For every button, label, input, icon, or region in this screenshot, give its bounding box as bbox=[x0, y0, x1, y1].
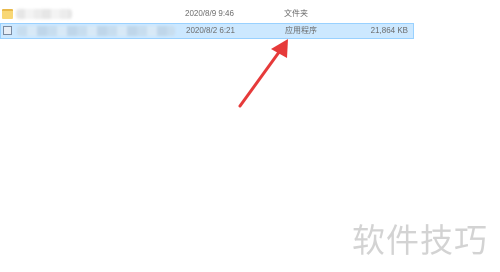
watermark-text: 软件技巧 bbox=[352, 221, 488, 260]
file-size: 21,864 KB bbox=[370, 26, 408, 35]
blurred-file-name bbox=[16, 9, 72, 19]
file-type: 文件夹 bbox=[284, 9, 308, 18]
file-type: 应用程序 bbox=[285, 26, 317, 35]
file-row-folder[interactable]: 2020/8/9 9:46 文件夹 bbox=[0, 6, 414, 22]
explorer-page: 2020/8/9 9:46 文件夹 2020/8/2 6:21 应用程序 21,… bbox=[0, 0, 500, 272]
blurred-file-name bbox=[17, 26, 175, 36]
file-row-application-selected[interactable]: 2020/8/2 6:21 应用程序 21,864 KB bbox=[0, 23, 414, 39]
application-icon bbox=[3, 26, 12, 35]
modified-date: 2020/8/9 9:46 bbox=[185, 9, 234, 18]
modified-date: 2020/8/2 6:21 bbox=[186, 26, 235, 35]
folder-icon bbox=[2, 9, 13, 19]
